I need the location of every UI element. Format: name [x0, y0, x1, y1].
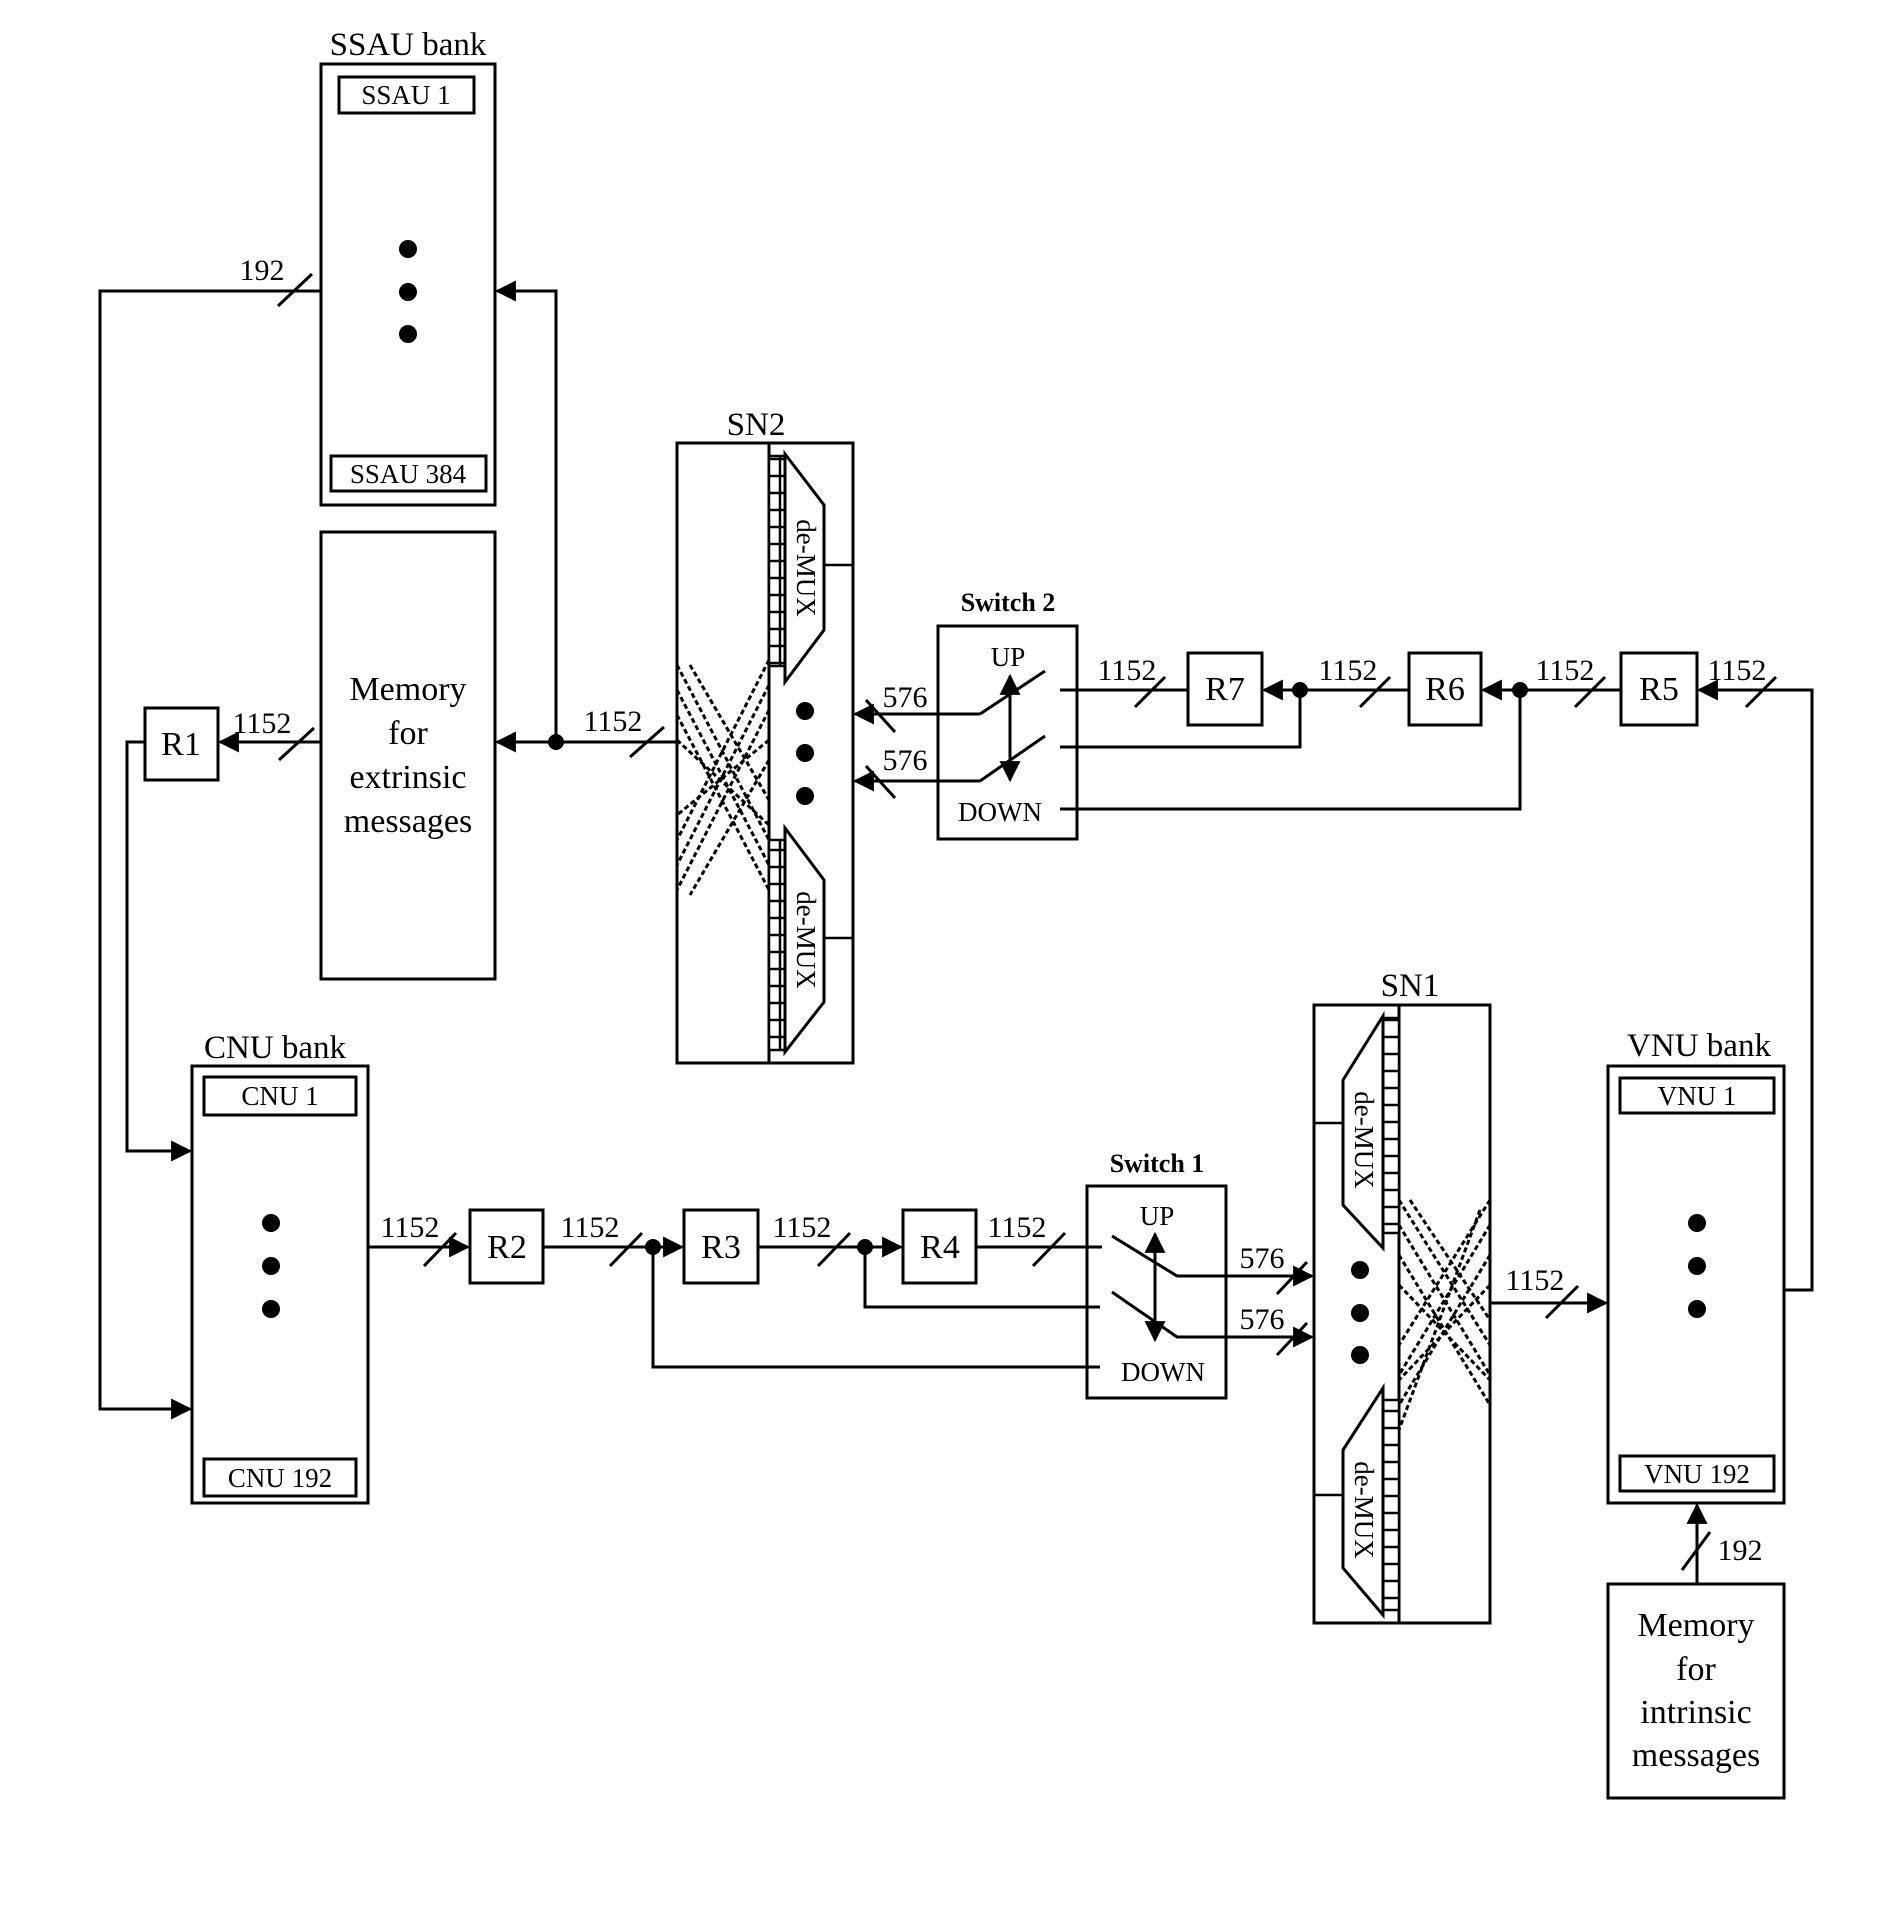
sn2-demux-bottom-label: de-MUX — [791, 891, 821, 989]
switch2-down-label: DOWN — [958, 797, 1042, 827]
cnu-1-label: CNU 1 — [241, 1081, 318, 1111]
memory-intrinsic-line: for — [1676, 1651, 1716, 1688]
memory-extrinsic-line: extrinsic — [349, 759, 466, 796]
memory-extrinsic-line: Memory — [349, 671, 466, 708]
r1-to-cnu-bus — [125, 740, 193, 1162]
bus-width-label: 1152 — [233, 707, 292, 740]
register-r7: R7 — [1186, 651, 1264, 727]
cnu-192-label: CNU 192 — [228, 1463, 332, 1493]
r1-label: R1 — [161, 726, 201, 763]
memory-intrinsic-to-vnu-bus: 192 — [1680, 1502, 1763, 1584]
ellipsis-dot — [262, 1214, 280, 1232]
ssau-bank: SSAU bank SSAU 1 SSAU 384 — [319, 27, 497, 507]
cnu-bank-title: CNU bank — [204, 1030, 347, 1066]
register-r2: R2 — [468, 1208, 545, 1285]
cnu-bank: CNU bank CNU 1 CNU 192 — [190, 1030, 370, 1505]
bus-width-label: 576 — [1240, 1242, 1285, 1275]
switch1-to-sn1-bus-top: 576 — [1226, 1242, 1315, 1296]
ellipsis-dot — [1688, 1300, 1706, 1318]
bus-width-label: 1152 — [1536, 654, 1595, 687]
ellipsis-dot — [1351, 1346, 1369, 1364]
ellipsis-dot — [796, 702, 814, 720]
memory-extrinsic-line: messages — [344, 803, 472, 840]
register-r6: R6 — [1407, 651, 1483, 727]
sn2-to-memory-bus: 1152 — [494, 280, 677, 759]
shuffle-network-sn1: SN1 de-MUX de-MUX — [1312, 968, 1492, 1625]
bus-width-label: 576 — [883, 744, 928, 777]
memory-extrinsic-line: for — [388, 715, 428, 752]
ssau-384-label: SSAU 384 — [350, 459, 467, 489]
ellipsis-dot — [399, 283, 417, 301]
ellipsis-dot — [262, 1257, 280, 1275]
vnu-1-label: VNU 1 — [1658, 1081, 1737, 1111]
sn1-demux-top-label: de-MUX — [1349, 1091, 1379, 1189]
memory-to-r1-bus: 1152 — [217, 707, 321, 762]
register-r4: R4 — [901, 1208, 978, 1285]
ellipsis-dot — [399, 240, 417, 258]
r4-to-switch1-bus: 1152 — [976, 1211, 1087, 1268]
switch1-down-label: DOWN — [1121, 1357, 1205, 1387]
ellipsis-dot — [796, 787, 814, 805]
vnu-192-label: VNU 192 — [1644, 1459, 1750, 1489]
cnu-to-r2-bus: 1152 — [368, 1211, 471, 1268]
memory-intrinsic-line: Memory — [1637, 1607, 1754, 1644]
r7-label: R7 — [1205, 671, 1245, 708]
bus-width-label: 1152 — [988, 1211, 1047, 1244]
sn1-to-vnu-bus: 1152 — [1490, 1264, 1609, 1320]
bus-width-label: 576 — [1240, 1303, 1285, 1336]
bus-width-label: 1152 — [1319, 654, 1378, 687]
ssau-1-label: SSAU 1 — [361, 80, 450, 110]
r6-label: R6 — [1425, 671, 1465, 708]
memory-extrinsic-box — [319, 530, 497, 981]
switch2-up-label: UP — [991, 642, 1026, 672]
r7-to-switch2-bus: 1152 — [1077, 654, 1188, 709]
sn2-demux-top-label: de-MUX — [791, 519, 821, 617]
vnu-bank: VNU bank VNU 1 VNU 192 — [1606, 1028, 1786, 1505]
sn1-title: SN1 — [1381, 968, 1440, 1004]
ellipsis-dot — [796, 744, 814, 762]
shuffle-network-sn2: SN2 de-MUX de-MUX — [675, 407, 855, 1065]
r2-label: R2 — [487, 1229, 527, 1266]
bus-width-label: 1152 — [561, 1211, 620, 1244]
bus-width-label: 1152 — [381, 1211, 440, 1244]
register-r5: R5 — [1619, 651, 1699, 727]
r3-label: R3 — [701, 1229, 741, 1266]
ellipsis-dot — [1688, 1257, 1706, 1275]
bus-width-label: 192 — [1718, 1534, 1763, 1567]
switch1-to-sn1-bus-bottom: 576 — [1226, 1303, 1315, 1357]
r5-label: R5 — [1639, 671, 1679, 708]
ellipsis-dot — [1351, 1304, 1369, 1322]
switch1-title: Switch 1 — [1110, 1149, 1205, 1178]
switch-1: Switch 1 UP DOWN — [1085, 1149, 1228, 1400]
bus-width-label: 1152 — [1098, 654, 1157, 687]
ellipsis-dot — [399, 325, 417, 343]
bus-width-label: 576 — [883, 681, 928, 714]
memory-extrinsic: Memory for extrinsic messages — [319, 530, 497, 981]
bus-width-label: 1152 — [584, 705, 643, 738]
switch2-title: Switch 2 — [961, 588, 1056, 617]
register-r1: R1 — [143, 706, 220, 782]
ssau-bank-title: SSAU bank — [330, 27, 487, 63]
memory-intrinsic-line: messages — [1632, 1737, 1760, 1774]
switch1-up-label: UP — [1140, 1201, 1175, 1231]
memory-intrinsic-line: intrinsic — [1640, 1694, 1751, 1731]
decoder-architecture-diagram: SSAU bank SSAU 1 SSAU 384 192 Memory for… — [98, 27, 1814, 1800]
sn1-demux-bottom-label: de-MUX — [1349, 1461, 1379, 1559]
memory-intrinsic: Memory for intrinsic messages — [1606, 1582, 1786, 1800]
bus-width-label: 192 — [240, 254, 285, 287]
bus-width-label: 1152 — [773, 1211, 832, 1244]
bus-width-label: 1152 — [1708, 654, 1767, 687]
sn2-title: SN2 — [727, 407, 786, 443]
bus-width-label: 1152 — [1506, 1264, 1565, 1297]
ellipsis-dot — [1688, 1214, 1706, 1232]
r4-label: R4 — [920, 1229, 960, 1266]
register-r3: R3 — [682, 1208, 760, 1285]
ellipsis-dot — [1351, 1261, 1369, 1279]
vnu-bank-title: VNU bank — [1627, 1028, 1771, 1064]
ellipsis-dot — [262, 1300, 280, 1318]
